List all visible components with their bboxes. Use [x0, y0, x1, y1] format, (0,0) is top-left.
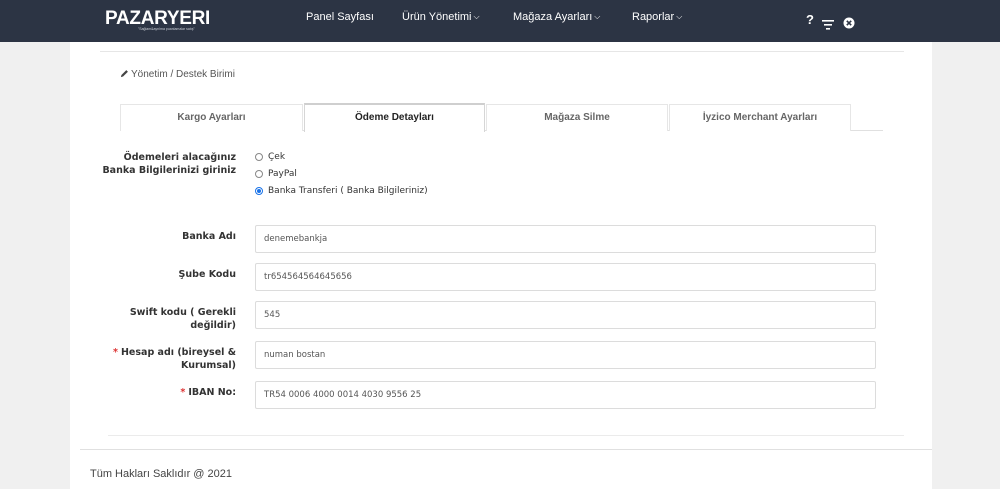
tab-kargo-ayarlari[interactable]: Kargo Ayarları [120, 104, 303, 131]
required-marker: * [113, 347, 118, 358]
radio-option-banka-transferi[interactable]: Banka Transferi ( Banka Bilgileriniz) [255, 186, 428, 196]
help-icon[interactable]: ? [806, 12, 814, 27]
tab-magaza-silme[interactable]: Mağaza Silme [486, 104, 668, 131]
chevron-down-icon: ⌵ [676, 12, 683, 21]
nav-urun-yonetimi[interactable]: Ürün Yönetimi ⌵ [402, 11, 480, 23]
chevron-down-icon: ⌵ [473, 12, 480, 21]
field-label-swift-kodu: Swift kodu ( Gerekli değildir) [129, 307, 236, 331]
radio-button[interactable] [255, 153, 263, 161]
breadcrumb: Yönetim / Destek Birimi [120, 69, 235, 80]
field-label-hesap-adi: * Hesap adı (bireysel & Kurumsal) [106, 346, 236, 372]
field-label-iban: * IBAN No: [96, 386, 236, 399]
logo-tagline: "Sağlam&ayrılma puanlamalar satış" [138, 27, 195, 31]
radio-label: Çek [268, 152, 286, 162]
divider [100, 51, 904, 52]
iban-input[interactable]: TR54 0006 4000 0014 4030 9556 25 [255, 381, 876, 409]
required-marker: * [180, 387, 186, 398]
radio-button[interactable] [255, 170, 263, 178]
nav-magaza-ayarlari[interactable]: Mağaza Ayarları ⌵ [513, 11, 600, 23]
label-text: Hesap adı (bireysel & Kurumsal) [120, 347, 236, 371]
swift-kodu-input[interactable]: 545 [255, 301, 876, 329]
breadcrumb-text: Yönetim / Destek Birimi [131, 69, 235, 80]
nav-label: Ürün Yönetimi [402, 11, 472, 23]
tab-odeme-detaylari[interactable]: Ödeme Detayları [304, 103, 485, 132]
tab-iyzico-merchant-ayarlari[interactable]: İyzico Merchant Ayarları [669, 104, 851, 131]
radio-option-cek[interactable]: Çek [255, 152, 285, 162]
nav-label: Mağaza Ayarları [513, 11, 593, 23]
divider [108, 435, 904, 436]
nav-label: Raporlar [632, 11, 675, 23]
nav-raporlar[interactable]: Raporlar ⌵ [632, 11, 682, 23]
banka-adi-input[interactable]: denemebankja [255, 225, 876, 253]
payment-method-label: Ödemeleri alacağınız Banka Bilgilerinizi… [102, 152, 236, 176]
content-panel: Yönetim / Destek Birimi Kargo Ayarları Ö… [70, 42, 932, 489]
field-label-banka-adi: Banka Adı [182, 231, 236, 242]
filter-icon[interactable] [822, 15, 834, 34]
radio-label: PayPal [268, 169, 297, 179]
hesap-adi-input[interactable]: numan bostan [255, 341, 876, 369]
nav-label: Panel Sayfası [306, 11, 374, 23]
radio-option-paypal[interactable]: PayPal [255, 169, 297, 179]
footer-divider [80, 449, 932, 450]
close-circle-icon[interactable] [843, 14, 855, 33]
top-navbar: PAZARYERI "Sağlam&ayrılma puanlamalar sa… [0, 0, 1000, 42]
footer-copyright: Tüm Hakları Saklıdır @ 2021 [90, 468, 232, 480]
chevron-down-icon: ⌵ [594, 12, 601, 21]
label-text: IBAN No: [188, 387, 236, 398]
sube-kodu-input[interactable]: tr654564564645656 [255, 263, 876, 291]
nav-panel-sayfasi[interactable]: Panel Sayfası [306, 11, 374, 23]
radio-button-checked[interactable] [255, 187, 263, 195]
radio-label: Banka Transferi ( Banka Bilgileriniz) [268, 186, 428, 196]
pencil-icon [120, 70, 128, 78]
field-label-sube-kodu: Şube Kodu [178, 269, 236, 280]
